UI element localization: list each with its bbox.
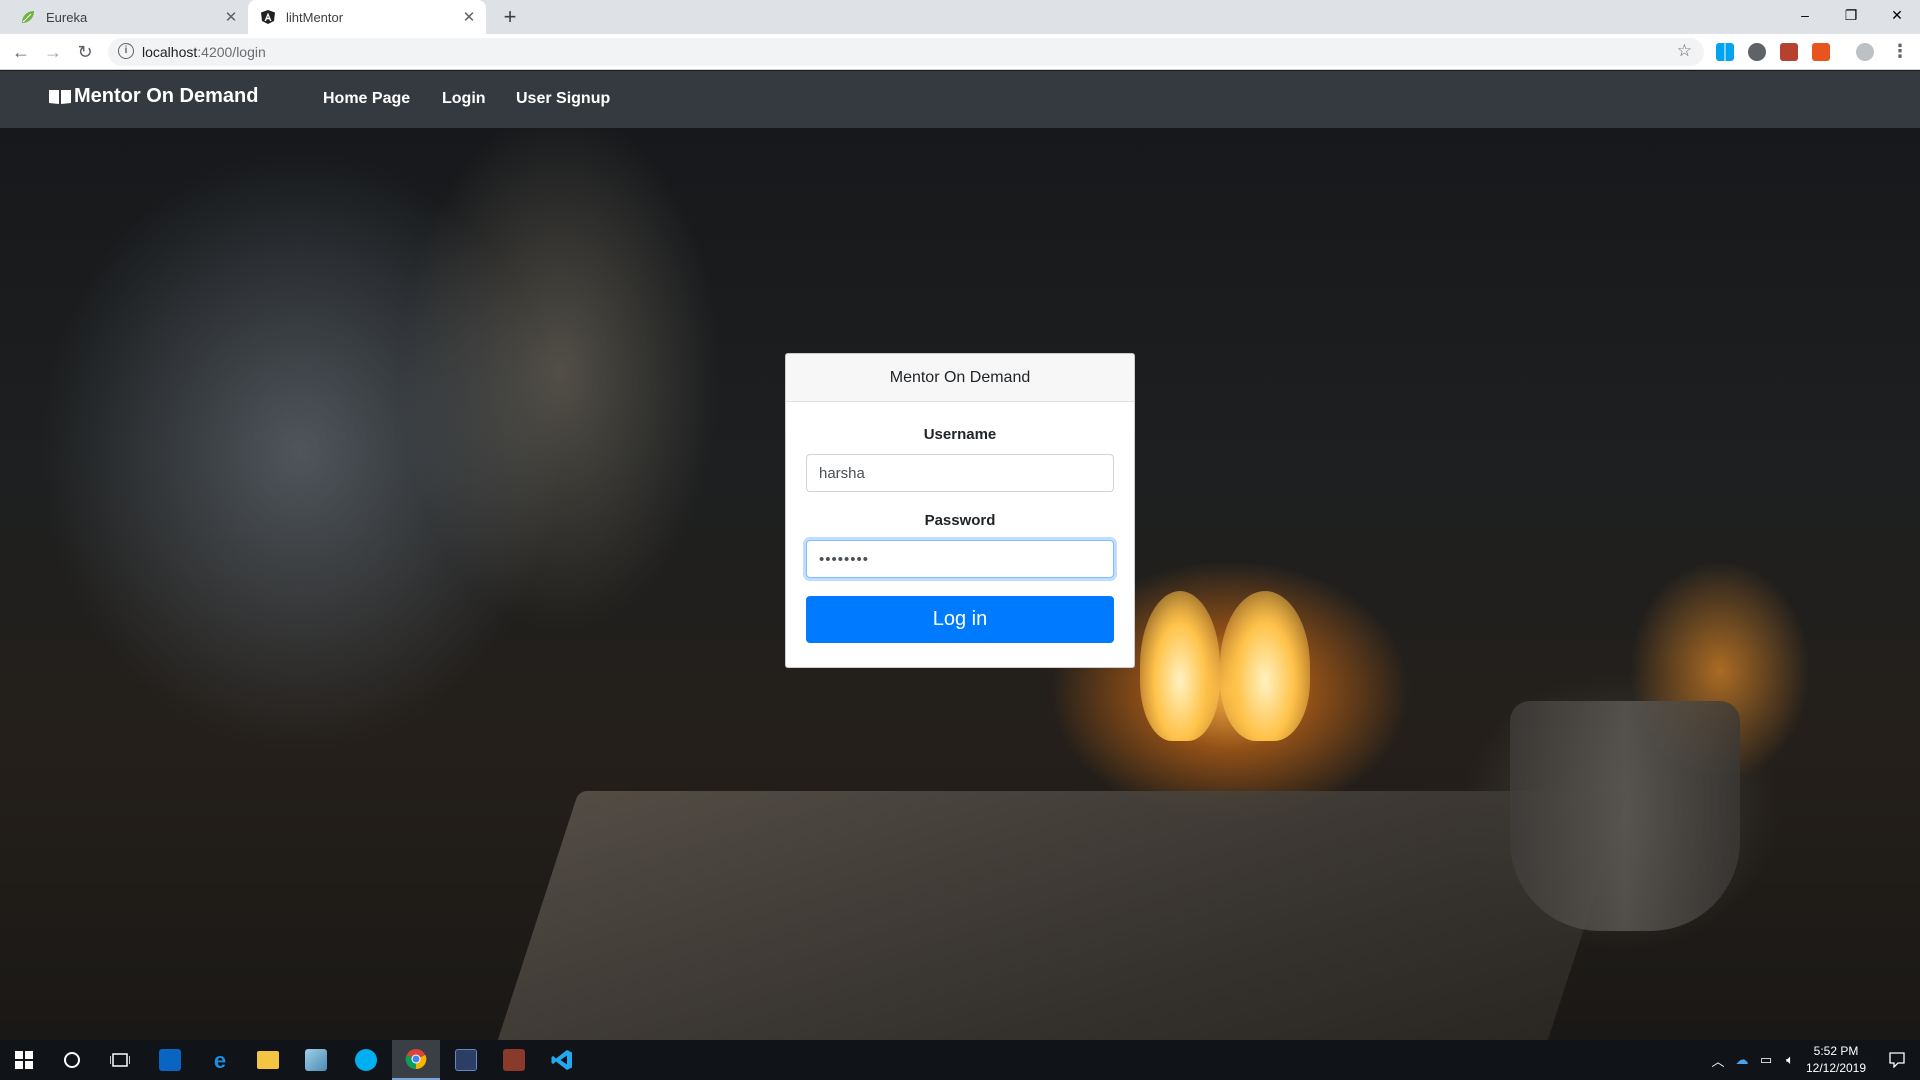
spring-leaf-icon xyxy=(20,9,36,25)
reload-icon[interactable]: ↻ xyxy=(73,40,97,64)
adblock-off-icon[interactable] xyxy=(1812,43,1830,61)
brand-link[interactable]: Mentor On Demand xyxy=(48,85,258,108)
windows-start-icon[interactable] xyxy=(0,1040,48,1080)
nav-home-page[interactable]: Home Page xyxy=(323,90,410,108)
password-input[interactable] xyxy=(806,540,1114,578)
search-circle-icon[interactable] xyxy=(48,1040,96,1080)
tab-title: lihtMentor xyxy=(286,9,344,25)
minimize-button[interactable]: – xyxy=(1782,0,1828,30)
login-card: Mentor On Demand Username Password Log i… xyxy=(785,353,1135,668)
notepad-icon[interactable] xyxy=(292,1040,340,1080)
back-arrow-icon[interactable]: ← xyxy=(9,40,33,64)
username-input[interactable] xyxy=(806,454,1114,492)
url-path: :4200/login xyxy=(197,44,266,60)
close-icon[interactable]: ✕ xyxy=(460,8,478,26)
app-navbar: Mentor On Demand Home Page Login User Si… xyxy=(0,71,1920,128)
vscode-icon[interactable] xyxy=(538,1040,586,1080)
skype-icon[interactable] xyxy=(342,1040,390,1080)
card-header: Mentor On Demand xyxy=(786,354,1134,402)
clock-date: 12/12/2019 xyxy=(1805,1061,1867,1075)
page-background: Mentor On Demand Home Page Login User Si… xyxy=(0,71,1920,1040)
task-view-icon[interactable] xyxy=(96,1040,144,1080)
login-button[interactable]: Log in xyxy=(806,596,1114,643)
chrome-icon[interactable] xyxy=(392,1040,440,1080)
background-flame-image xyxy=(1220,591,1310,741)
extension-circle-icon[interactable] xyxy=(1748,43,1766,61)
file-explorer-icon[interactable] xyxy=(244,1040,292,1080)
windows-extension-icon[interactable] xyxy=(1716,43,1734,61)
close-window-button[interactable]: ✕ xyxy=(1874,0,1920,30)
tab-lihtmentor[interactable]: lihtMentor ✕ xyxy=(248,0,486,34)
open-book-icon xyxy=(48,88,72,106)
close-icon[interactable]: ✕ xyxy=(222,8,240,26)
menu-dots-icon[interactable]: ⋮ xyxy=(1890,42,1910,62)
windows-taskbar: e ︿ ☁ ▭ 🔈︎ 5:52 PM 12/12/2019 xyxy=(0,1040,1920,1080)
volume-icon[interactable]: 🔈︎ xyxy=(1778,1040,1802,1080)
edge-icon[interactable]: e xyxy=(196,1040,244,1080)
background-flame-image xyxy=(1140,591,1220,741)
tab-eureka[interactable]: Eureka ✕ xyxy=(8,0,248,34)
username-label: Username xyxy=(923,426,997,443)
browser-toolbar: ← → ↻ i localhost:4200/login ☆ ⋮ xyxy=(0,34,1920,70)
onedrive-cloud-icon[interactable]: ☁ xyxy=(1730,1040,1754,1080)
password-label: Password xyxy=(924,512,996,529)
restore-button[interactable]: ❐ xyxy=(1828,0,1874,30)
angular-icon xyxy=(260,9,276,25)
chevron-up-icon[interactable]: ︿ xyxy=(1706,1040,1730,1080)
svg-text:e: e xyxy=(214,1049,226,1071)
address-bar[interactable]: i localhost:4200/login ☆ xyxy=(108,38,1704,66)
url-host: localhost xyxy=(142,44,198,60)
tab-title: Eureka xyxy=(46,9,88,25)
sts-ide-icon[interactable] xyxy=(442,1040,490,1080)
background-cup-image xyxy=(1510,701,1740,931)
nav-user-signup[interactable]: User Signup xyxy=(516,90,610,108)
profile-avatar-icon[interactable] xyxy=(1856,43,1874,61)
forward-arrow-icon[interactable]: → xyxy=(41,40,65,64)
background-book-image xyxy=(481,791,1629,1040)
clock-time: 5:52 PM xyxy=(1813,1044,1859,1058)
url-text[interactable]: localhost:4200/login xyxy=(142,44,266,60)
network-icon[interactable]: ▭ xyxy=(1754,1040,1778,1080)
bookmark-star-icon[interactable]: ☆ xyxy=(1677,41,1692,61)
outlook-icon[interactable] xyxy=(146,1040,194,1080)
brand-text: Mentor On Demand xyxy=(74,85,259,107)
browser-tab-bar: Eureka ✕ lihtMentor ✕ + – ❐ ✕ xyxy=(0,0,1920,34)
new-tab-button[interactable]: + xyxy=(498,6,522,30)
nav-login[interactable]: Login xyxy=(442,90,486,108)
system-clock[interactable]: 5:52 PM 12/12/2019 xyxy=(1800,1043,1872,1077)
pdf-extension-icon[interactable] xyxy=(1780,43,1798,61)
app-shield-icon[interactable] xyxy=(490,1040,538,1080)
info-icon[interactable]: i xyxy=(118,43,134,59)
action-center-icon[interactable] xyxy=(1874,1040,1920,1080)
